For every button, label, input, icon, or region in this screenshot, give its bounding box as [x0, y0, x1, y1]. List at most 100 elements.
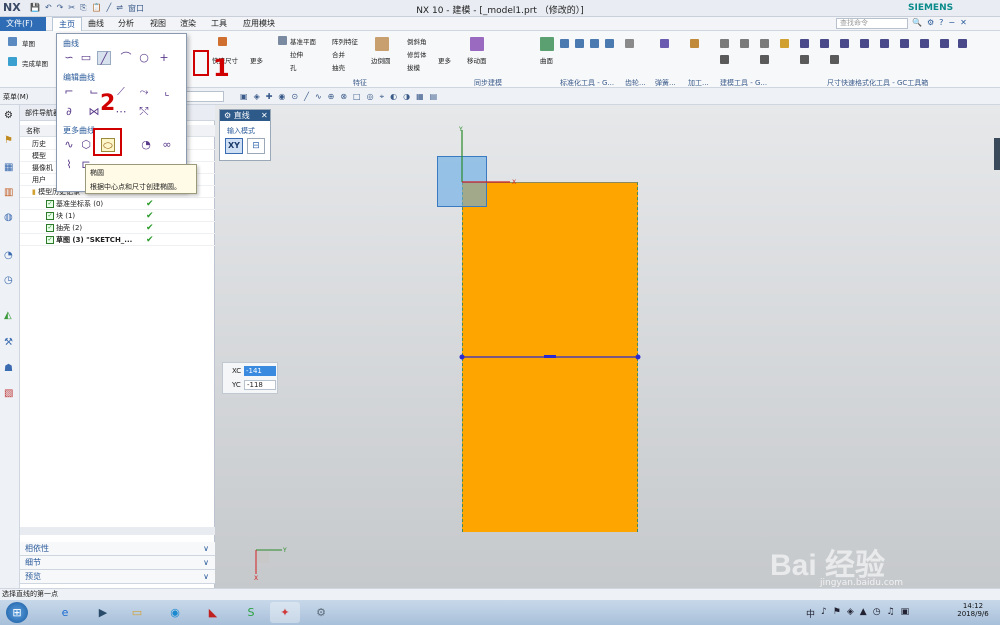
- tool-icon[interactable]: [760, 39, 769, 48]
- tree-row[interactable]: ✓ 草图 (3) "SKETCH_... ✔: [20, 234, 215, 246]
- tool-icon[interactable]: [900, 39, 909, 48]
- surface-button[interactable]: 曲面: [540, 55, 553, 65]
- snap-icon[interactable]: ⊙: [291, 92, 298, 102]
- finish-sketch-icon[interactable]: [8, 57, 17, 66]
- gear-icon[interactable]: ⚙: [224, 111, 234, 120]
- snap-icon[interactable]: ∿: [315, 92, 322, 102]
- tool-icon[interactable]: [920, 39, 929, 48]
- fit-curve-icon[interactable]: ∞: [160, 138, 174, 152]
- tool-icon[interactable]: [625, 39, 634, 48]
- search-icon[interactable]: 🔍: [912, 18, 922, 27]
- tool-icon[interactable]: [720, 39, 729, 48]
- line-icon[interactable]: ╱: [97, 51, 111, 65]
- datum-plane-button[interactable]: 基准平面: [290, 36, 316, 46]
- help-icon[interactable]: ?: [939, 18, 943, 27]
- tool-icon[interactable]: [740, 39, 749, 48]
- tool-icon[interactable]: [860, 39, 869, 48]
- snap-icon[interactable]: ◉: [278, 92, 285, 102]
- snap-icon[interactable]: ✚: [266, 92, 273, 102]
- tool-icon[interactable]: [800, 39, 809, 48]
- tree-row[interactable]: ✓ 块 (1) ✔: [20, 210, 215, 222]
- chamfer-button[interactable]: 倒斜角: [407, 36, 427, 46]
- trim-body-button[interactable]: 修剪体: [407, 49, 427, 59]
- reports-icon[interactable]: ▧: [4, 388, 13, 399]
- array-feature-button[interactable]: 阵列特征: [332, 36, 358, 46]
- conic-icon[interactable]: ◔: [139, 138, 153, 152]
- pdf-icon[interactable]: ◣: [198, 602, 228, 623]
- point-icon[interactable]: +: [157, 51, 171, 65]
- sketch-icon[interactable]: [8, 37, 17, 46]
- xy-mode-button[interactable]: XY: [225, 138, 243, 154]
- tree-row[interactable]: ✓ 基准坐标系 (0) ✔: [20, 198, 215, 210]
- tool-icon[interactable]: [590, 39, 599, 48]
- menu-analysis[interactable]: 分析: [112, 17, 140, 31]
- yc-field[interactable]: -118: [244, 380, 276, 390]
- snap-icon[interactable]: ◑: [403, 92, 410, 102]
- tool-icon[interactable]: [605, 39, 614, 48]
- tool-icon[interactable]: [830, 55, 839, 64]
- snap-icon[interactable]: ⊗: [340, 92, 347, 102]
- spring-label[interactable]: 弹簧...: [655, 78, 676, 88]
- tray-icon[interactable]: ◷: [873, 607, 881, 620]
- snap-icon[interactable]: ◐: [390, 92, 397, 102]
- process-studio-icon[interactable]: ⚒: [4, 337, 13, 348]
- tree-row[interactable]: ✓ 抽壳 (2) ✔: [20, 222, 215, 234]
- chamfer-curve-icon[interactable]: ⌙: [87, 85, 101, 99]
- edge-blend-icon[interactable]: [375, 37, 389, 51]
- tool-icon[interactable]: [820, 39, 829, 48]
- roles-icon[interactable]: ☗: [4, 363, 13, 374]
- start-button[interactable]: ⊞: [6, 602, 28, 623]
- menu-view[interactable]: 视图: [144, 17, 172, 31]
- snap-icon[interactable]: ◎: [367, 92, 374, 102]
- checkbox[interactable]: ✓: [46, 200, 54, 208]
- reuse-library-icon[interactable]: ▥: [4, 187, 13, 198]
- settings-icon[interactable]: ⚙: [4, 110, 13, 121]
- machining-label[interactable]: 加工...: [688, 78, 709, 88]
- side-handle[interactable]: [994, 138, 1000, 170]
- rectangle-icon[interactable]: ▭: [79, 51, 93, 65]
- command-search-input[interactable]: 查找命令: [836, 18, 908, 29]
- menu-tools[interactable]: 工具: [205, 17, 233, 31]
- tool-icon[interactable]: [575, 39, 584, 48]
- part-navigator-icon[interactable]: ▦: [4, 162, 13, 173]
- more-button[interactable]: 更多: [250, 55, 263, 65]
- extrude-button[interactable]: 拉伸: [290, 49, 303, 59]
- snap-icon[interactable]: □: [353, 92, 361, 102]
- tray-icon[interactable]: ◈: [847, 607, 854, 620]
- quick-size-icon[interactable]: [218, 37, 227, 46]
- tool-icon[interactable]: [880, 39, 889, 48]
- tray-icon[interactable]: ⚑: [833, 607, 841, 620]
- more-curve-icon[interactable]: ⌇: [62, 158, 76, 172]
- menu-file[interactable]: 文件(F): [0, 17, 46, 31]
- tool-icon[interactable]: [560, 39, 569, 48]
- fillet-icon[interactable]: ⌐: [62, 85, 76, 99]
- close-icon[interactable]: ✕: [960, 18, 967, 27]
- trim-icon[interactable]: ⟋: [114, 85, 128, 99]
- move-face-button[interactable]: 移动面: [467, 55, 487, 65]
- hole-button[interactable]: 孔: [290, 62, 297, 72]
- sketch-button[interactable]: 草图: [22, 38, 35, 48]
- tray-icon[interactable]: ♫: [887, 607, 895, 620]
- snap-icon[interactable]: ⊕: [328, 92, 335, 102]
- assembly-navigator-icon[interactable]: ⚑: [4, 135, 13, 146]
- snap-icon[interactable]: ▦: [416, 92, 424, 102]
- datum-plane-icon[interactable]: [278, 36, 287, 45]
- derive-icon[interactable]: ⤲: [137, 105, 151, 119]
- explorer-icon[interactable]: ▭: [122, 602, 152, 623]
- edge-blend-button[interactable]: 边倒圆: [371, 55, 391, 65]
- build-tools-label[interactable]: 建模工具 - G...: [720, 78, 767, 88]
- tool-icon[interactable]: [800, 55, 809, 64]
- circle-icon[interactable]: ○: [137, 51, 151, 65]
- shell-button[interactable]: 抽壳: [332, 62, 345, 72]
- web-browser-icon[interactable]: ◍: [4, 212, 13, 223]
- history-icon[interactable]: ◔: [4, 250, 13, 261]
- tray-icon[interactable]: ♪: [821, 607, 827, 620]
- minimize-icon[interactable]: −: [948, 18, 955, 27]
- menu-home[interactable]: 主页: [52, 17, 82, 31]
- dim-tools-label[interactable]: 尺寸快速格式化工具 - GC工具箱: [827, 78, 928, 88]
- checkbox[interactable]: ✓: [46, 224, 54, 232]
- tray-icon[interactable]: 中: [806, 607, 815, 620]
- arc-icon[interactable]: ⌒: [119, 51, 133, 65]
- corner-icon[interactable]: ⌞: [160, 85, 174, 99]
- browser-icon[interactable]: ◉: [160, 602, 190, 623]
